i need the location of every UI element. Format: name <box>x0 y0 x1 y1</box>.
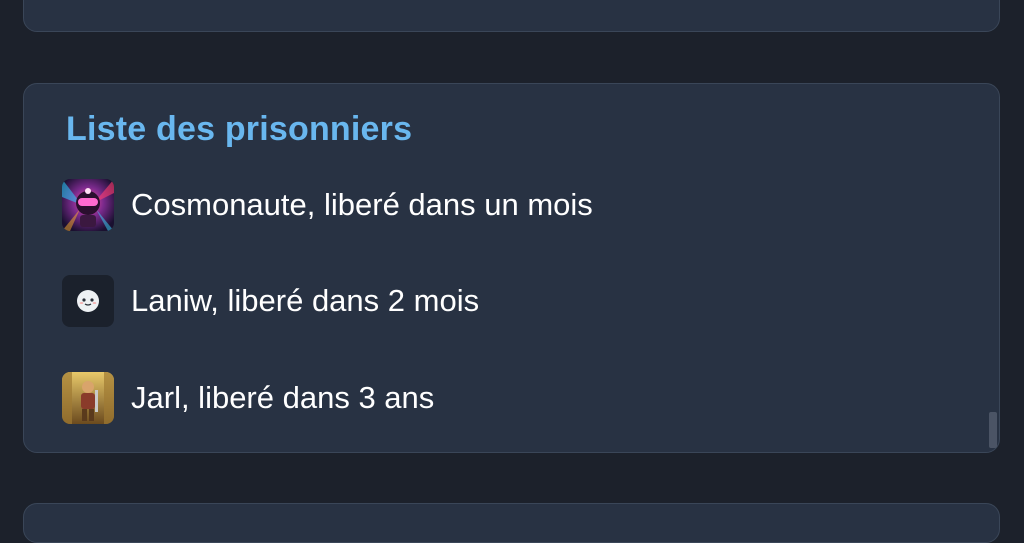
cosmonaut-avatar <box>62 179 114 231</box>
prisoner-label: Cosmonaute, liberé dans un mois <box>131 187 593 222</box>
ghost-face-avatar <box>62 275 114 327</box>
warrior-avatar <box>62 372 114 424</box>
previous-card <box>23 0 1000 32</box>
prisoner-label: Jarl, liberé dans 3 ans <box>131 380 435 415</box>
next-card <box>23 503 1000 543</box>
section-title: Liste des prisonniers <box>66 110 413 148</box>
list-item[interactable]: Jarl, liberé dans 3 ans <box>62 372 434 424</box>
prisoner-list-card: Liste des prisonniers Cosmonaute, liberé… <box>23 83 1000 453</box>
list-item[interactable]: Cosmonaute, liberé dans un mois <box>62 179 593 231</box>
list-item[interactable]: Laniw, liberé dans 2 mois <box>62 275 479 327</box>
scrollbar-thumb[interactable] <box>989 412 997 448</box>
prisoner-label: Laniw, liberé dans 2 mois <box>131 283 480 318</box>
